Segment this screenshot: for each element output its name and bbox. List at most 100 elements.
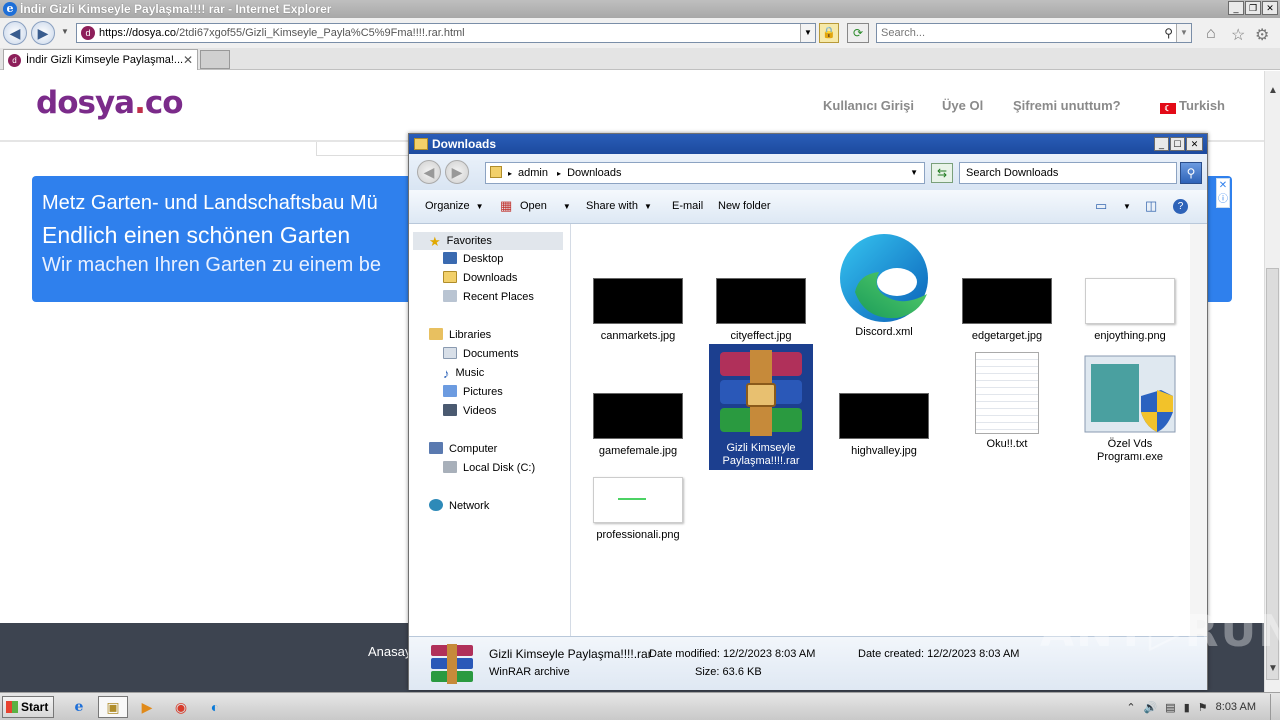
address-dropdown-icon[interactable]: ▼ [800,24,815,42]
scroll-down-icon[interactable]: ▼ [1268,663,1278,674]
breadcrumb-downloads[interactable]: Downloads [567,167,621,179]
tree-music[interactable]: ♪ Music [443,366,484,381]
minimize-button[interactable]: _ [1228,1,1244,15]
action-center-flag-icon[interactable]: ⚑ [1198,701,1208,714]
taskbar-edge-icon[interactable]: ◐ [200,696,230,718]
tree-documents[interactable]: Documents [443,347,519,360]
organize-button[interactable]: Organize ▼ [425,200,484,212]
explorer-refresh-button[interactable]: ⇆ [931,163,953,183]
tree-desktop[interactable]: Desktop [443,252,503,265]
explorer-title-bar[interactable]: Downloads _ ☐ ✕ [409,134,1207,154]
close-button[interactable]: ✕ [1262,1,1278,15]
help-icon[interactable]: ? [1173,199,1188,214]
explorer-close-button[interactable]: ✕ [1186,137,1203,151]
file-item-gamefemale[interactable]: gamefemale.jpg [586,393,690,458]
explorer-search-icon[interactable]: ⚲ [1180,162,1202,184]
tab-dosya[interactable]: d İndir Gizli Kimseyle Paylaşma!... ✕ [3,49,198,70]
view-options-icon[interactable]: ▭ [1095,198,1107,214]
clock[interactable]: 8:03 AM [1216,701,1256,713]
ie-search-box[interactable]: Search... ⚲ ▼ [876,23,1192,43]
search-icon[interactable]: ⚲ [1164,24,1173,42]
tree-videos[interactable]: Videos [443,404,496,417]
forgot-password-link[interactable]: Şifremi unuttum? [1013,98,1121,113]
power-icon[interactable]: ▮ [1184,701,1190,714]
show-desktop-button[interactable] [1270,694,1280,720]
details-created: Date created: 12/2/2023 8:03 AM [858,648,1020,660]
taskbar-media-player-icon[interactable]: ▶ [132,696,162,718]
start-button[interactable]: Start [2,696,54,718]
file-item-discord-xml[interactable]: Discord.xml [832,232,936,339]
refresh-button[interactable]: ⟳ [847,23,869,43]
explorer-maximize-button[interactable]: ☐ [1170,137,1185,151]
tab-close-icon[interactable]: ✕ [183,50,193,70]
lock-icon[interactable]: 🔒 [819,23,839,43]
text-file-icon [975,352,1039,434]
tree-downloads[interactable]: Downloads [443,271,517,284]
page-scrollbar[interactable]: ▲ ▼ [1264,71,1280,692]
site-logo[interactable]: dosya.co [36,85,184,121]
search-dropdown-icon[interactable]: ▼ [1176,24,1191,42]
volume-icon[interactable]: 🔊 [1144,701,1158,714]
explorer-search-input[interactable]: Search Downloads [959,162,1177,184]
view-dropdown-icon[interactable]: ▼ [1123,202,1131,211]
file-list-scrollbar[interactable] [1190,224,1207,636]
gear-icon[interactable]: ⚙ [1255,25,1269,45]
image-thumbnail [593,477,683,523]
address-bar[interactable]: d https://dosya.co/2tdi67xgof55/Gizli_Ki… [76,23,816,43]
forward-button[interactable]: ▶ [31,21,55,45]
tree-computer[interactable]: Computer [429,442,497,455]
file-item-enjoything[interactable]: enjoything.png [1078,278,1182,343]
details-modified: Date modified: 12/2/2023 8:03 AM [649,648,816,660]
file-item-ozel-vds-exe[interactable]: Özel Vds Programı.exe [1078,354,1182,464]
scroll-up-icon[interactable]: ▲ [1268,85,1278,96]
image-thumbnail [1085,278,1175,324]
language-selector[interactable]: ☾ Turkish [1160,98,1225,114]
ie-tab-strip: d İndir Gizli Kimseyle Paylaşma!... ✕ [0,48,1280,70]
home-icon[interactable]: ⌂ [1206,25,1216,43]
tree-favorites[interactable]: ★ Favorites [413,232,563,250]
restore-button[interactable]: ❐ [1245,1,1261,15]
folder-icon [414,138,428,150]
tree-local-disk[interactable]: Local Disk (C:) [443,461,535,474]
explorer-forward-button[interactable]: ▶ [445,160,469,184]
image-thumbnail [593,393,683,439]
ie-title-bar: e İndir Gizli Kimseyle Paylaşma!!!! rar … [0,0,1280,18]
taskbar-chrome-icon[interactable]: ◉ [166,696,196,718]
open-button[interactable]: Open ▼ [520,200,571,212]
network-tray-icon[interactable]: ▤ [1165,701,1175,714]
login-link[interactable]: Kullanıcı Girişi [823,98,914,113]
tray-expand-icon[interactable]: ⌃ [1126,701,1135,714]
tree-network[interactable]: Network [429,499,489,512]
file-item-oku-txt[interactable]: Oku!!.txt [955,352,1059,451]
history-dropdown-icon[interactable]: ▼ [61,27,69,36]
share-with-button[interactable]: Share with ▼ [586,200,652,212]
details-size: Size: 63.6 KB [695,666,762,678]
email-button[interactable]: E-mail [672,200,703,212]
taskbar-ie-icon[interactable]: e [64,696,94,718]
file-item-canmarkets[interactable]: canmarkets.jpg [586,278,690,343]
register-link[interactable]: Üye Ol [942,98,983,113]
favorites-star-icon[interactable]: ☆ [1231,25,1245,45]
file-item-edgetarget[interactable]: edgetarget.jpg [955,278,1059,343]
breadcrumb-admin[interactable]: admin [518,167,548,179]
new-folder-button[interactable]: New folder [718,200,771,212]
file-item-gizli-rar[interactable]: Gizli Kimseyle Paylaşma!!!!.rar [709,344,813,470]
explorer-command-bar: Organize ▼ ▦ Open ▼ Share with ▼ E-mail New… [409,190,1207,224]
file-item-highvalley[interactable]: highvalley.jpg [832,393,936,458]
explorer-address-bar[interactable]: ▸ admin ▸ Downloads ▼ [485,162,925,184]
explorer-minimize-button[interactable]: _ [1154,137,1169,151]
tree-recent-places[interactable]: Recent Places [443,290,534,303]
preview-pane-icon[interactable]: ◫ [1145,198,1157,214]
ad-choices-icon[interactable]: ✕ ⓘ [1216,178,1230,208]
tree-pictures[interactable]: Pictures [443,385,503,398]
footer-home-link[interactable]: Anasay [368,644,411,659]
winrar-archive-icon [714,350,808,436]
back-button[interactable]: ◀ [3,21,27,45]
new-tab-button[interactable] [200,50,230,69]
address-history-dropdown-icon[interactable]: ▼ [910,163,918,183]
file-item-cityeffect[interactable]: cityeffect.jpg [709,278,813,343]
explorer-back-button[interactable]: ◀ [417,160,441,184]
tree-libraries[interactable]: Libraries [429,328,491,341]
file-item-professionali[interactable]: professionali.png [586,477,690,542]
taskbar-explorer-icon[interactable]: ▣ [98,696,128,718]
